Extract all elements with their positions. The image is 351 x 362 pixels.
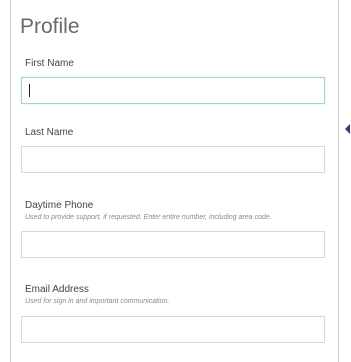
daytime-phone-input[interactable] <box>21 231 325 258</box>
page-title: Profile <box>20 15 80 38</box>
last-name-input[interactable] <box>21 146 325 173</box>
profile-panel: Profile First Name Last Name Daytime Pho… <box>10 0 339 362</box>
first-name-label: First Name <box>25 58 74 69</box>
daytime-phone-hint: Used to provide support, if requested. E… <box>25 214 272 221</box>
collapse-arrow-left-icon[interactable] <box>345 124 350 134</box>
first-name-input[interactable] <box>21 77 325 104</box>
last-name-label: Last Name <box>25 127 74 138</box>
email-address-label: Email Address <box>25 284 89 295</box>
text-caret <box>29 84 30 97</box>
email-address-input[interactable] <box>21 316 325 343</box>
email-address-hint: Used for sign in and important communica… <box>25 298 170 305</box>
daytime-phone-label: Daytime Phone <box>25 200 94 211</box>
